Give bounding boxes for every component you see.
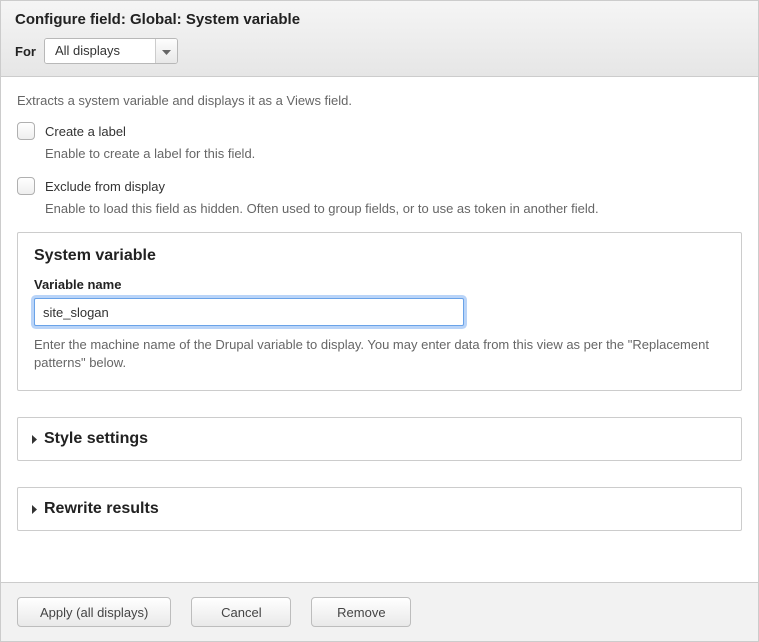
chevron-down-icon xyxy=(162,44,171,59)
create-label-text[interactable]: Create a label xyxy=(45,124,126,139)
system-variable-fieldset: System variable Variable name Enter the … xyxy=(17,232,742,391)
chevron-right-icon xyxy=(32,502,38,517)
remove-button[interactable]: Remove xyxy=(311,597,411,627)
create-label-desc: Enable to create a label for this field. xyxy=(45,146,742,161)
for-select-value: All displays xyxy=(45,39,155,63)
apply-button[interactable]: Apply (all displays) xyxy=(17,597,171,627)
exclude-text[interactable]: Exclude from display xyxy=(45,179,165,194)
for-select[interactable]: All displays xyxy=(44,38,178,64)
dialog-title: Configure field: Global: System variable xyxy=(15,11,744,28)
rewrite-results-title: Rewrite results xyxy=(44,500,159,518)
dialog-footer: Apply (all displays) Cancel Remove xyxy=(1,582,758,641)
create-label-checkbox[interactable] xyxy=(17,122,35,140)
variable-name-input[interactable] xyxy=(34,298,464,326)
rewrite-results-section[interactable]: Rewrite results xyxy=(17,487,742,531)
dialog-header: Configure field: Global: System variable… xyxy=(1,1,758,77)
style-settings-section[interactable]: Style settings xyxy=(17,417,742,461)
for-label: For xyxy=(15,44,36,59)
create-label-row: Create a label xyxy=(17,122,742,140)
top-description: Extracts a system variable and displays … xyxy=(17,93,742,108)
for-row: For All displays xyxy=(15,38,744,64)
dialog-content: Extracts a system variable and displays … xyxy=(1,77,758,582)
exclude-desc: Enable to load this field as hidden. Oft… xyxy=(45,201,742,216)
variable-name-label: Variable name xyxy=(34,277,725,292)
exclude-checkbox[interactable] xyxy=(17,177,35,195)
system-variable-title: System variable xyxy=(34,247,725,265)
exclude-row: Exclude from display xyxy=(17,177,742,195)
variable-name-desc: Enter the machine name of the Drupal var… xyxy=(34,336,725,372)
cancel-button[interactable]: Cancel xyxy=(191,597,291,627)
chevron-right-icon xyxy=(32,432,38,447)
style-settings-title: Style settings xyxy=(44,430,148,448)
for-select-toggle[interactable] xyxy=(155,39,177,63)
